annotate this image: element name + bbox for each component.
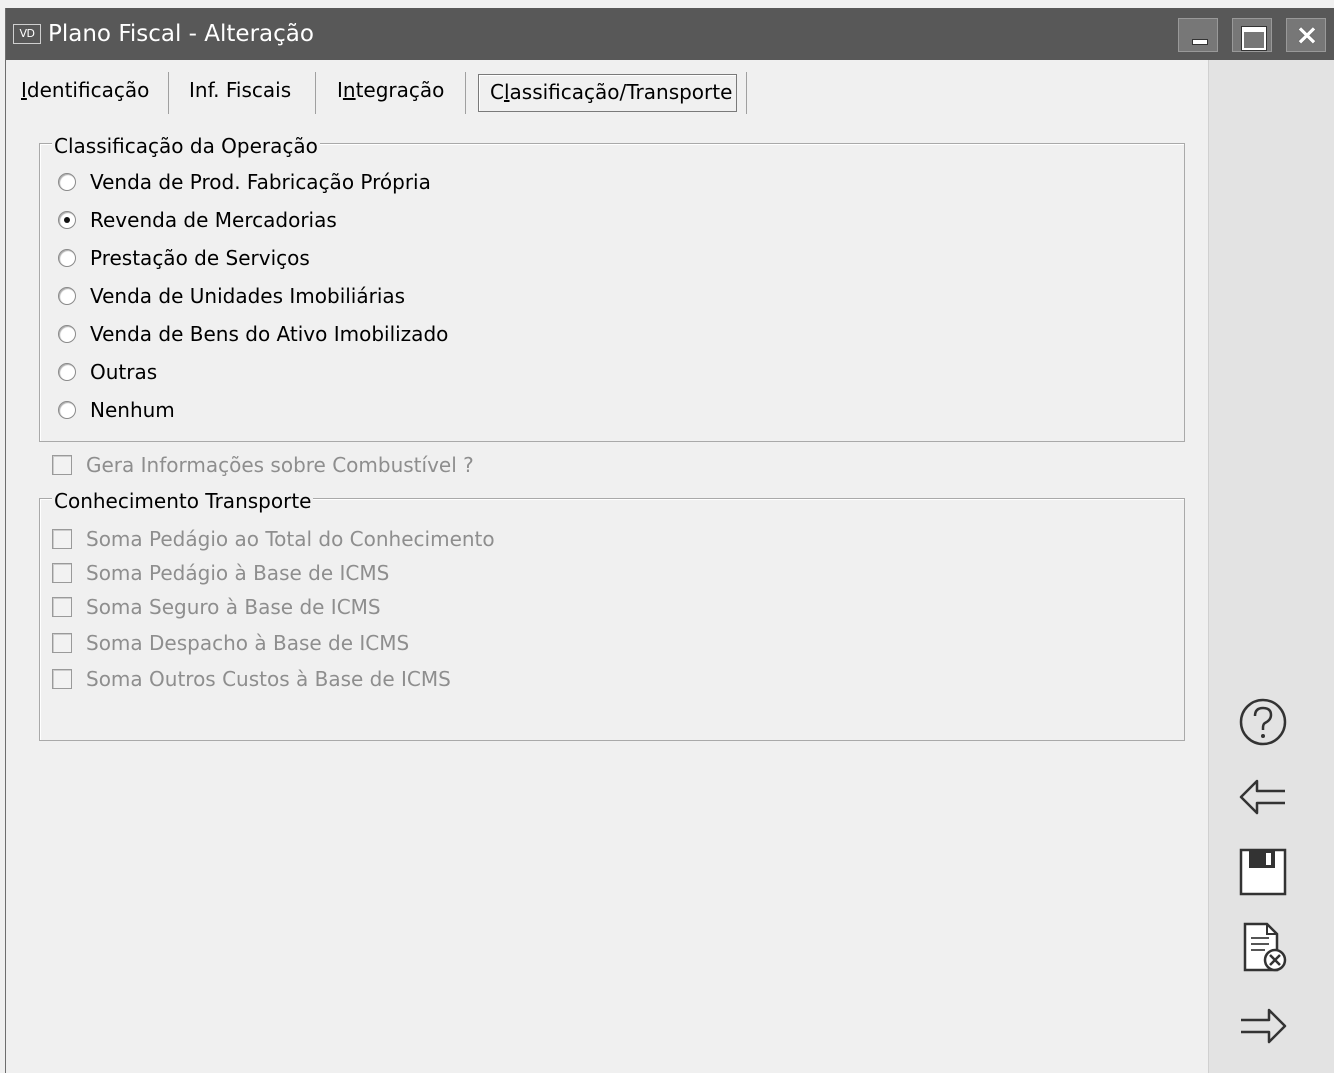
radio-button[interactable] — [58, 401, 76, 419]
checkbox-label: Soma Outros Custos à Base de ICMS — [86, 667, 451, 691]
checkbox-soma-seguro-icms[interactable]: Soma Seguro à Base de ICMS — [52, 592, 381, 622]
radio-nenhum[interactable]: Nenhum — [58, 395, 175, 425]
back-button[interactable] — [1235, 771, 1291, 823]
tab-separator — [168, 72, 169, 114]
maximize-icon — [1242, 27, 1266, 50]
help-icon — [1239, 698, 1287, 746]
maximize-button[interactable] — [1232, 18, 1272, 52]
radio-button[interactable] — [58, 249, 76, 267]
help-button[interactable] — [1235, 696, 1291, 748]
minimize-icon — [1192, 39, 1208, 45]
checkbox-box[interactable] — [52, 633, 72, 653]
radio-venda-unidades-imobiliarias[interactable]: Venda de Unidades Imobiliárias — [58, 281, 405, 311]
classificacao-legend: Classificação da Operação — [52, 134, 320, 158]
radio-button[interactable] — [58, 325, 76, 343]
checkbox-label: Soma Pedágio à Base de ICMS — [86, 561, 390, 585]
tab-integracao[interactable]: Integração — [337, 70, 444, 110]
checkbox-label: Soma Pedágio ao Total do Conhecimento — [86, 527, 495, 551]
radio-venda-prod-fabricacao[interactable]: Venda de Prod. Fabricação Própria — [58, 167, 431, 197]
checkbox-box[interactable] — [52, 597, 72, 617]
checkbox-box[interactable] — [52, 529, 72, 549]
tab-strip: Identificação Inf. Fiscais Integração Cl… — [13, 70, 1203, 116]
radio-button-selected[interactable] — [58, 211, 76, 229]
radio-label: Venda de Prod. Fabricação Própria — [90, 170, 431, 194]
forward-button[interactable] — [1235, 1000, 1291, 1052]
checkbox-box[interactable] — [52, 455, 72, 475]
tab-label-prefix: C — [490, 80, 504, 104]
radio-button[interactable] — [58, 287, 76, 305]
tab-separator — [746, 72, 747, 114]
radio-prestacao-servicos[interactable]: Prestação de Serviços — [58, 243, 310, 273]
tab-mnemonic: n — [342, 78, 356, 102]
window-title: Plano Fiscal - Alteração — [48, 21, 314, 47]
title-bar[interactable]: VD Plano Fiscal - Alteração × — [6, 8, 1334, 60]
checkbox-label: Gera Informações sobre Combustível ? — [86, 453, 474, 477]
tab-inf-fiscais[interactable]: Inf. Fiscais — [189, 70, 291, 110]
close-icon: × — [1295, 18, 1319, 51]
back-arrow-icon — [1239, 779, 1285, 815]
checkbox-soma-pedagio-icms[interactable]: Soma Pedágio à Base de ICMS — [52, 558, 389, 588]
tab-label-rest: assificação/Transporte — [509, 80, 733, 104]
minimize-button[interactable] — [1178, 18, 1218, 52]
checkbox-label: Soma Seguro à Base de ICMS — [86, 595, 381, 619]
radio-button[interactable] — [58, 173, 76, 191]
checkbox-soma-outros-custos-icms[interactable]: Soma Outros Custos à Base de ICMS — [52, 664, 451, 694]
checkbox-label: Soma Despacho à Base de ICMS — [86, 631, 410, 655]
tab-identificacao[interactable]: Identificação — [21, 70, 149, 110]
app-icon: VD — [13, 24, 41, 44]
tab-separator — [315, 72, 316, 114]
tab-separator — [465, 72, 466, 114]
tab-label-rest: dentificação — [26, 78, 150, 102]
tab-label-rest: tegração — [355, 78, 445, 102]
transporte-legend: Conhecimento Transporte — [52, 489, 314, 513]
close-button[interactable]: × — [1286, 18, 1326, 52]
radio-venda-bens-ativo[interactable]: Venda de Bens do Ativo Imobilizado — [58, 319, 448, 349]
save-button[interactable] — [1235, 846, 1291, 898]
checkbox-soma-despacho-icms[interactable]: Soma Despacho à Base de ICMS — [52, 628, 409, 658]
cancel-document-icon — [1243, 922, 1287, 972]
radio-revenda-mercadorias[interactable]: Revenda de Mercadorias — [58, 205, 337, 235]
forward-arrow-icon — [1241, 1008, 1287, 1044]
radio-label: Prestação de Serviços — [90, 246, 310, 270]
radio-outras[interactable]: Outras — [58, 357, 157, 387]
tab-classificacao-transporte-label[interactable]: Classificação/Transporte — [490, 74, 732, 114]
radio-button[interactable] — [58, 363, 76, 381]
radio-label: Nenhum — [90, 398, 175, 422]
radio-label: Revenda de Mercadorias — [90, 208, 337, 232]
checkbox-soma-pedagio-total[interactable]: Soma Pedágio ao Total do Conhecimento — [52, 524, 495, 554]
radio-label: Venda de Unidades Imobiliárias — [90, 284, 406, 308]
cancel-document-button[interactable] — [1235, 922, 1291, 974]
checkbox-box[interactable] — [52, 563, 72, 583]
checkbox-box[interactable] — [52, 669, 72, 689]
radio-label: Venda de Bens do Ativo Imobilizado — [90, 322, 449, 346]
checkbox-gera-combustivel[interactable]: Gera Informações sobre Combustível ? — [52, 450, 474, 480]
radio-label: Outras — [90, 360, 158, 384]
save-icon — [1239, 848, 1287, 896]
